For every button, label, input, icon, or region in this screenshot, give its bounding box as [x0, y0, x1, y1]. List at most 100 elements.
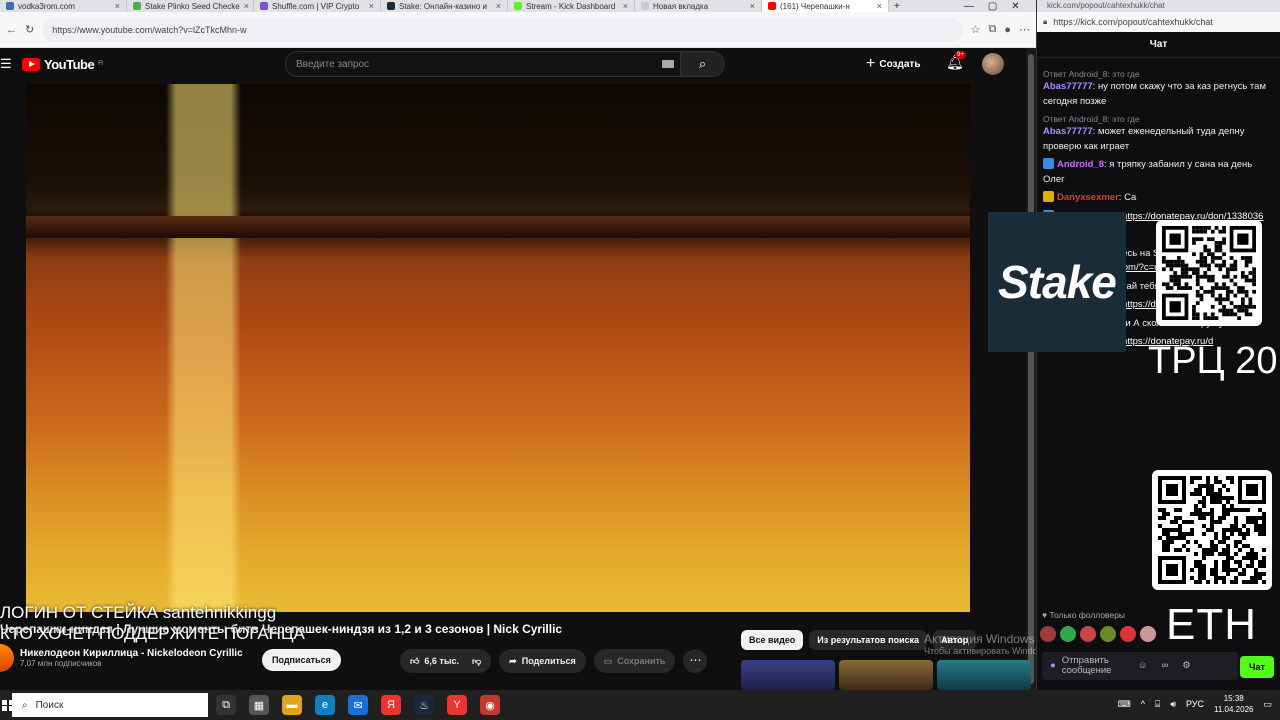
settings-gear-icon[interactable]: ⚙ [1182, 661, 1191, 671]
steam-icon[interactable]: ♨ [414, 695, 434, 715]
back-icon[interactable]: ← [6, 24, 17, 36]
tab-close-icon[interactable]: × [244, 1, 249, 11]
account-avatar[interactable] [982, 53, 1004, 75]
reload-icon[interactable]: ↻ [25, 23, 34, 36]
like-button[interactable]: 👍︎ 6,6 тыс. 👎︎ [400, 649, 492, 673]
chip-search-results[interactable]: Из результатов поиска [809, 630, 928, 650]
chat-username[interactable]: Danyxsexmer [1057, 192, 1119, 203]
emote-icon[interactable] [1120, 626, 1136, 642]
video-player[interactable] [26, 84, 970, 612]
qr-code-eth [1152, 470, 1272, 590]
tab-favicon-icon [6, 2, 14, 10]
emoji-icon[interactable]: ☺ [1138, 661, 1148, 671]
more-actions-icon[interactable]: ⋯ [683, 649, 708, 673]
kick-url[interactable]: https://kick.com/popout/cahtexhukk/chat [1053, 17, 1213, 27]
save-label: Сохранить [617, 656, 666, 666]
browser-tab[interactable]: Новая вкладка × [635, 0, 762, 12]
chevron-up-icon[interactable]: ^ [1141, 699, 1145, 709]
browser-tab[interactable]: vodka3rom.com × [0, 0, 127, 12]
tab-close-icon[interactable]: × [750, 1, 755, 11]
share-button[interactable]: ➦ Поделиться [499, 649, 586, 673]
search-icon: ⌕ [698, 56, 707, 71]
close-icon[interactable]: ✕ [1011, 1, 1019, 12]
maximize-icon[interactable]: ▢ [988, 1, 997, 12]
chat-username[interactable]: Abas77777 [1043, 81, 1093, 92]
notifications-center-icon[interactable]: ▭ [1263, 699, 1272, 710]
volume-icon[interactable]: 🔊︎ [1170, 699, 1176, 710]
task-view-icon[interactable]: ⧉ [216, 695, 236, 715]
emote-icon[interactable] [1140, 626, 1156, 642]
browser-tab[interactable]: (161) Черепашки-н × [762, 0, 889, 12]
page-scrollbar[interactable] [1026, 48, 1036, 690]
browser-tab[interactable]: Stake: Онлайн-казино и × [381, 0, 508, 12]
tab-close-icon[interactable]: × [877, 1, 882, 11]
related-thumbnail[interactable] [741, 660, 835, 690]
profile-icon[interactable]: ● [1004, 24, 1011, 36]
desktop: vodka3rom.com × Stake Plinko Seed Checke × S… [0, 0, 1280, 720]
channel-avatar[interactable] [0, 644, 14, 672]
mic-icon[interactable]: ● [1050, 661, 1056, 671]
related-thumbnail[interactable] [839, 660, 933, 690]
save-button[interactable]: ▭ Сохранить [593, 649, 676, 673]
file-explorer-icon[interactable]: ▬ [282, 695, 302, 715]
video-actions: 👍︎ 6,6 тыс. 👎︎ ➦ Поделиться ▭ Сохранить … [400, 649, 708, 673]
edge-icon[interactable]: e [315, 695, 335, 715]
tab-close-icon[interactable]: × [623, 1, 628, 11]
tab-title: (161) Черепашки-н [780, 1, 850, 11]
new-tab-icon[interactable]: + [894, 1, 900, 12]
outlook-icon[interactable]: ✉ [348, 695, 368, 715]
notification-badge: 9+ [955, 51, 966, 59]
users-icon[interactable]: ∞ [1161, 661, 1168, 671]
youtube-logo-text: YouTube [44, 56, 95, 72]
create-button[interactable]: + Создать [866, 55, 920, 73]
user-badge-icon [1043, 191, 1054, 202]
emote-icon[interactable] [1080, 626, 1096, 642]
extensions-icon[interactable]: ⧉ [988, 23, 996, 36]
qr-code-trc20 [1156, 220, 1262, 326]
tab-close-icon[interactable]: × [369, 1, 374, 11]
minimize-icon[interactable]: — [964, 1, 974, 12]
notifications-button[interactable]: 🔔︎ 9+ [946, 51, 966, 71]
keyboard-icon[interactable] [662, 60, 674, 68]
search-input[interactable]: Введите запрос [285, 51, 681, 77]
scrollbar-thumb[interactable] [1028, 54, 1034, 684]
user-badge-icon [1043, 158, 1054, 169]
tab-close-icon[interactable]: × [115, 1, 120, 11]
chat-reply-context: Ответ Android_8: это где [1043, 69, 1140, 79]
menu-burger-icon[interactable]: ☰ [0, 56, 14, 72]
chip-all-videos[interactable]: Все видео [741, 630, 804, 650]
calculator-icon[interactable]: ▦ [249, 695, 269, 715]
chat-message: Ответ Android_8: это где Abas77777: ну по… [1043, 68, 1275, 109]
menu-icon[interactable]: ⋯ [1019, 23, 1030, 36]
tab-title: Stake Plinko Seed Checke [145, 1, 240, 11]
browser-tab[interactable]: Stream - Kick Dashboard × [508, 0, 635, 12]
yandex-icon[interactable]: Я [381, 695, 401, 715]
tab-close-icon[interactable]: × [496, 1, 501, 11]
youtube-logo[interactable]: YouTube FI [22, 57, 103, 72]
qr-trc20-image [1162, 226, 1256, 320]
chat-username[interactable]: Abas77777 [1043, 126, 1093, 137]
obs-icon[interactable]: ◉ [480, 695, 500, 715]
browser-tab[interactable]: Shuffle.com | VIP Crypto × [254, 0, 381, 12]
channel-name[interactable]: Никелодеон Кириллица - Nickelodeon Cyril… [20, 648, 243, 659]
star-icon[interactable]: ☆ [971, 23, 981, 36]
emote-icon[interactable] [1100, 626, 1116, 642]
chat-send-button[interactable]: Чат [1240, 656, 1274, 678]
chat-input[interactable]: ● Отправить сообщение ☺ ∞ ⚙ [1042, 652, 1238, 680]
search-button[interactable]: ⌕ [681, 51, 725, 77]
related-thumbnail[interactable] [937, 660, 1031, 690]
clock[interactable]: 15:38 11.04.2026 [1214, 693, 1253, 715]
emote-icon[interactable] [1040, 626, 1056, 642]
subscribe-button[interactable]: Подписаться [262, 649, 341, 671]
yandex-browser-icon[interactable]: Y [447, 695, 467, 715]
keyboard-tray-icon[interactable]: ⌨ [1118, 699, 1131, 710]
window-controls: + — ▢ ✕ [886, 0, 1028, 12]
browser-tab[interactable]: Stake Plinko Seed Checke × [127, 0, 254, 12]
dislike-icon[interactable]: 👎︎ [472, 656, 481, 667]
emote-icon[interactable] [1060, 626, 1076, 642]
language-indicator[interactable]: РУС [1186, 699, 1204, 709]
taskbar-search[interactable]: ⌕ Поиск [12, 693, 208, 717]
url-field[interactable]: https://www.youtube.com/watch?v=lZcTkcMh… [42, 17, 963, 42]
network-icon[interactable]: ⌸ [1155, 699, 1160, 710]
chat-username[interactable]: Android_8 [1057, 159, 1104, 170]
